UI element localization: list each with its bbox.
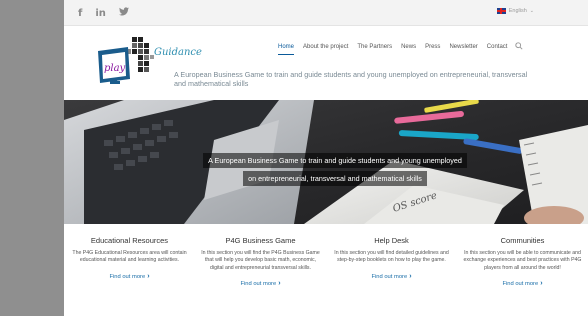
feature-title: Educational Resources bbox=[90, 236, 169, 245]
language-label: English bbox=[508, 8, 527, 14]
logo-text: Guidance bbox=[154, 47, 202, 58]
facebook-icon[interactable]: f bbox=[78, 8, 82, 20]
linkedin-icon[interactable]: in bbox=[95, 8, 106, 20]
find-out-more-link[interactable]: Find out more › bbox=[109, 273, 149, 280]
chevron-down-icon: ⌄ bbox=[529, 8, 534, 14]
nav-item-the-partners[interactable]: The Partners bbox=[357, 44, 392, 55]
feature-description: In this section you will be able to comm… bbox=[463, 250, 582, 271]
feature-help-desk: Help Desk In this section you will find … bbox=[326, 236, 457, 316]
find-out-more-link[interactable]: Find out more › bbox=[371, 273, 411, 280]
chevron-right-icon: › bbox=[278, 280, 281, 288]
feature-description: The P4G Educational Resources area will … bbox=[72, 250, 187, 264]
search-icon[interactable] bbox=[515, 42, 523, 50]
nav-item-newsletter[interactable]: Newsletter bbox=[449, 44, 477, 55]
site-logo[interactable]: play Guidance bbox=[88, 35, 202, 87]
feature-description: In this section you will find detailed g… bbox=[334, 250, 449, 264]
chevron-right-icon: › bbox=[147, 272, 150, 280]
chevron-right-icon: › bbox=[409, 272, 412, 280]
feature-educational-resources: Educational Resources The P4G Educationa… bbox=[64, 236, 195, 316]
social-links: f in bbox=[78, 7, 129, 20]
nav-item-contact[interactable]: Contact bbox=[487, 44, 508, 55]
feature-title: Help Desk bbox=[374, 236, 409, 245]
chevron-right-icon: › bbox=[540, 280, 543, 288]
feature-description: In this section you will find the P4G Bu… bbox=[201, 250, 320, 271]
header: play Guidance Home About the project The… bbox=[64, 26, 588, 100]
hero-banner: OS score A European Business Game to tra… bbox=[64, 100, 588, 224]
find-out-more-link[interactable]: Find out more › bbox=[240, 280, 280, 287]
twitter-icon[interactable] bbox=[118, 7, 129, 20]
nav-item-home[interactable]: Home bbox=[278, 44, 295, 55]
svg-text:play: play bbox=[104, 63, 126, 74]
nav-item-about-the-project[interactable]: About the project bbox=[303, 44, 348, 55]
main-nav: Home About the project The Partners News… bbox=[278, 44, 507, 55]
hero-caption: A European Business Game to train and gu… bbox=[164, 150, 506, 186]
language-selector[interactable]: English ⌄ bbox=[496, 8, 534, 14]
find-out-more-link[interactable]: Find out more › bbox=[502, 280, 542, 287]
page: f in English ⌄ play Guidance Home About … bbox=[64, 0, 588, 316]
play-guidance-logo-icon: play bbox=[98, 37, 154, 84]
uk-flag-icon bbox=[496, 8, 506, 14]
nav-item-press[interactable]: Press bbox=[425, 44, 440, 55]
hero-caption-line-2: on entrepreneurial, transversal and math… bbox=[243, 171, 427, 186]
feature-title: P4G Business Game bbox=[225, 236, 296, 245]
top-bar: f in English ⌄ bbox=[64, 0, 588, 26]
nav-item-news[interactable]: News bbox=[401, 44, 416, 55]
feature-business-game: P4G Business Game In this section you wi… bbox=[195, 236, 326, 316]
feature-columns: Educational Resources The P4G Educationa… bbox=[64, 236, 588, 316]
site-tagline: A European Business Game to train and gu… bbox=[174, 70, 528, 88]
feature-title: Communities bbox=[500, 236, 545, 245]
feature-communities: Communities In this section you will be … bbox=[457, 236, 588, 316]
hero-caption-line-1: A European Business Game to train and gu… bbox=[203, 153, 467, 168]
